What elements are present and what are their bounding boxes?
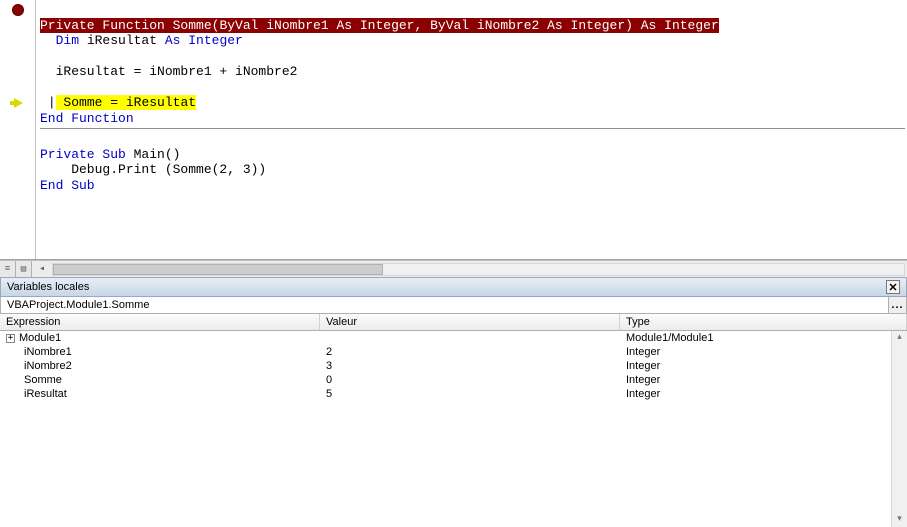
locals-expression: Somme [24,374,62,386]
locals-type: Integer [620,359,907,373]
procedure-view-button[interactable]: ≡ [0,261,16,277]
locals-value: 3 [320,359,620,373]
code-editor[interactable]: Private Function Somme(ByVal iNombre1 As… [0,0,907,260]
locals-expression: iResultat [24,388,67,400]
code-line[interactable]: End Function [40,111,134,126]
code-line[interactable]: iResultat = iNombre1 + iNombre2 [40,64,297,79]
full-module-view-button[interactable]: ▤ [16,261,32,277]
locals-value: 5 [320,387,620,401]
locals-value: 0 [320,373,620,387]
code-line[interactable]: End Sub [40,178,95,193]
locals-type: Integer [620,373,907,387]
col-header-value[interactable]: Valeur [320,314,620,330]
code-line-current[interactable]: Somme = iResultat [56,95,196,110]
code-token: Main() [126,147,181,162]
scroll-track[interactable] [52,263,905,276]
locals-body[interactable]: +Module1Module1/Module1iNombre12Integeri… [0,331,907,527]
locals-context-text: VBAProject.Module1.Somme [1,297,888,313]
horizontal-scrollbar[interactable]: ◂ [32,261,907,277]
locals-title-text: Variables locales [7,281,89,293]
locals-expression: Module1 [19,332,61,344]
locals-expression: iNombre1 [24,346,72,358]
close-icon: ✕ [888,281,897,294]
code-line-breakpoint[interactable]: Private Function Somme(ByVal iNombre1 As… [40,18,719,33]
code-lines[interactable]: Private Function Somme(ByVal iNombre1 As… [36,0,907,259]
code-token: Private Sub [40,147,126,162]
scroll-up-icon[interactable]: ▴ [892,331,907,345]
scroll-left-icon[interactable]: ◂ [34,263,50,275]
execution-pointer-icon [0,95,36,110]
vertical-scrollbar[interactable]: ▴ ▾ [891,331,907,527]
locals-row[interactable]: iNombre2 3Integer [0,359,907,373]
code-token: iResultat [79,33,165,48]
code-footer: ≡ ▤ ◂ [0,260,907,277]
locals-row[interactable]: iNombre1 2Integer [0,345,907,359]
close-button[interactable]: ✕ [886,280,900,294]
breakpoint-icon[interactable] [0,2,36,17]
locals-expression: iNombre2 [24,360,72,372]
locals-context-row: VBAProject.Module1.Somme ... [0,297,907,314]
code-token: Dim [56,33,79,48]
locals-header: Expression Valeur Type [0,314,907,331]
col-header-type[interactable]: Type [620,314,907,330]
gutter [0,0,36,259]
scroll-thumb[interactable] [53,264,383,275]
locals-value [320,331,620,345]
locals-type: Integer [620,387,907,401]
call-stack-button[interactable]: ... [888,297,906,313]
locals-type: Module1/Module1 [620,331,907,345]
locals-value: 2 [320,345,620,359]
code-line[interactable]: Debug.Print (Somme(2, 3)) [40,162,266,177]
scroll-down-icon[interactable]: ▾ [892,513,907,527]
code-token: As Integer [165,33,243,48]
locals-titlebar[interactable]: Variables locales ✕ [0,277,907,297]
locals-row[interactable]: iResultat 5Integer [0,387,907,401]
procedure-separator [40,128,905,129]
text-cursor: | [48,95,56,110]
locals-row[interactable]: + Module1 Module1/Module1 [0,331,907,345]
expand-icon[interactable]: + [6,334,15,343]
locals-row[interactable]: Somme 0Integer [0,373,907,387]
col-header-expression[interactable]: Expression [0,314,320,330]
locals-panel: Variables locales ✕ VBAProject.Module1.S… [0,277,907,527]
locals-type: Integer [620,345,907,359]
